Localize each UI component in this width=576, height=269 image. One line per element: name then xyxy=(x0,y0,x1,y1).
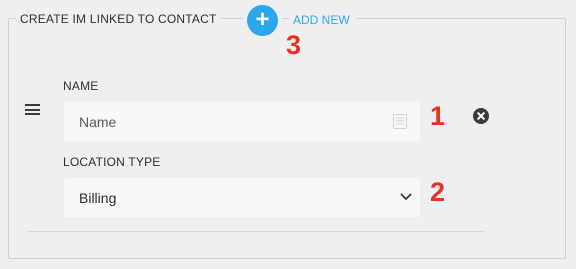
chevron-down-icon xyxy=(400,193,412,200)
annotation-marker-1: 1 xyxy=(430,101,446,131)
annotation-marker-2: 2 xyxy=(430,177,446,207)
location-type-select[interactable]: Billing xyxy=(63,177,421,218)
location-type-value: Billing xyxy=(79,190,117,206)
plus-icon: + xyxy=(255,6,270,33)
name-input[interactable] xyxy=(63,101,421,142)
drag-handle-icon[interactable] xyxy=(25,104,40,115)
close-circle-icon[interactable] xyxy=(473,108,489,124)
add-new-link[interactable]: ADD NEW xyxy=(289,12,356,28)
add-new-button[interactable]: + xyxy=(247,5,278,36)
name-field[interactable] xyxy=(63,101,421,142)
section-title: CREATE IM LINKED TO CONTACT xyxy=(16,11,221,27)
location-type-label: LOCATION TYPE xyxy=(63,155,161,169)
row-divider xyxy=(27,231,485,232)
annotation-marker-3: 3 xyxy=(286,30,302,60)
name-field-label: NAME xyxy=(63,79,99,93)
list-icon xyxy=(393,114,407,129)
